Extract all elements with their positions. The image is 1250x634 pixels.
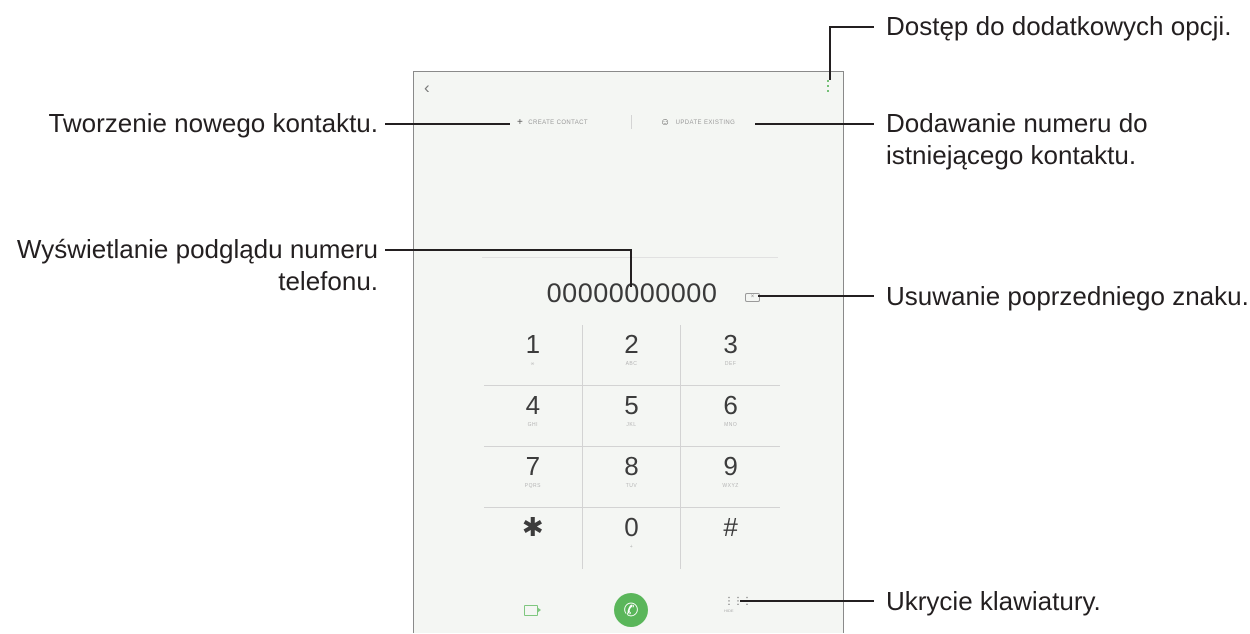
update-existing-label: UPDATE EXISTING bbox=[675, 120, 736, 126]
callout-create-contact: Tworzenie nowego kontaktu. bbox=[48, 108, 378, 138]
key-letters: PQRS bbox=[524, 483, 541, 489]
callout-add-to-existing-line2: istniejącego kontaktu. bbox=[886, 140, 1137, 170]
dialer-screen: ‹ + CREATE CONTACT ☺ UPDATE EXISTING 00000… bbox=[413, 71, 844, 633]
leader-more-vertical bbox=[829, 26, 831, 80]
leader-create-contact bbox=[385, 123, 510, 125]
callout-hide-keypad: Ukrycie klawiatury. bbox=[886, 586, 1101, 616]
key-digit: 4 bbox=[525, 390, 541, 420]
callout-number-preview-line2: telefonu. bbox=[278, 266, 378, 296]
key-digit: 9 bbox=[723, 451, 738, 481]
leader-more-horizontal bbox=[829, 26, 874, 28]
callout-number-preview-line1: Wyświetlanie podglądu numeru bbox=[16, 234, 378, 264]
key-5[interactable]: 5 JKL bbox=[582, 386, 682, 447]
person-icon: ☺ bbox=[660, 117, 671, 128]
action-divider bbox=[631, 115, 632, 129]
callout-more-options: Dostęp do dodatkowych opcji. bbox=[886, 11, 1232, 41]
key-letters: GHI bbox=[527, 422, 539, 428]
key-digit: 1 bbox=[525, 329, 541, 359]
key-7[interactable]: 7 PQRS bbox=[484, 447, 583, 508]
leader-hide-keypad bbox=[740, 600, 874, 602]
key-digit: # bbox=[723, 512, 738, 542]
leader-preview-horizontal bbox=[385, 249, 632, 251]
callout-add-to-existing-line1: Dodawanie numeru do bbox=[886, 108, 1148, 138]
callout-add-to-existing: Dodawanie numeru do istniejącego kontakt… bbox=[886, 107, 1148, 171]
key-hash[interactable]: # bbox=[681, 508, 780, 569]
callout-number-preview: Wyświetlanie podglądu numeru telefonu. bbox=[17, 233, 378, 297]
back-arrow-icon[interactable]: ‹ bbox=[424, 78, 430, 98]
key-letters: + bbox=[629, 544, 634, 550]
update-existing-button[interactable]: ☺ UPDATE EXISTING bbox=[660, 117, 735, 128]
create-contact-button[interactable]: + CREATE CONTACT bbox=[517, 117, 588, 128]
key-8[interactable]: 8 TUV bbox=[582, 447, 682, 508]
phone-icon: ✆ bbox=[623, 600, 639, 620]
phone-number-display: 00000000000 bbox=[546, 278, 718, 308]
leader-backspace bbox=[758, 295, 874, 297]
dialer-bottom-bar: ✆ ⋮⋮⋮ HIDE bbox=[484, 588, 780, 634]
key-4[interactable]: 4 GHI bbox=[484, 386, 583, 447]
key-9[interactable]: 9 WXYZ bbox=[681, 447, 780, 508]
key-0[interactable]: 0 + bbox=[583, 508, 682, 569]
key-digit: 3 bbox=[723, 329, 738, 359]
video-call-icon[interactable] bbox=[524, 605, 541, 616]
key-digit: 6 bbox=[723, 390, 738, 420]
key-letters: DEF bbox=[724, 361, 737, 367]
callout-delete-char: Usuwanie poprzedniego znaku. bbox=[886, 281, 1249, 311]
key-1[interactable]: 1 ∞ bbox=[484, 325, 583, 386]
key-letters: ABC bbox=[625, 361, 638, 367]
call-button[interactable]: ✆ bbox=[614, 593, 648, 627]
key-digit: 8 bbox=[624, 451, 639, 481]
key-letters: JKL bbox=[626, 422, 637, 428]
key-3[interactable]: 3 DEF bbox=[681, 325, 780, 386]
key-digit: 5 bbox=[624, 390, 639, 420]
key-digit: 2 bbox=[624, 329, 639, 359]
leader-update-existing bbox=[755, 123, 874, 125]
leader-preview-vertical bbox=[630, 249, 632, 287]
key-digit: 7 bbox=[525, 451, 541, 481]
more-options-icon[interactable] bbox=[826, 80, 830, 96]
create-contact-label: CREATE CONTACT bbox=[528, 120, 588, 126]
voicemail-icon: ∞ bbox=[530, 361, 535, 367]
key-letters: TUV bbox=[625, 483, 638, 489]
key-6[interactable]: 6 MNO bbox=[681, 386, 780, 447]
hide-label: HIDE bbox=[724, 608, 734, 613]
key-digit: ✱ bbox=[521, 512, 544, 542]
keypad: 1 ∞ 2 ABC 3 DEF 4 GHI 5 JKL 6 MNO 7 PQRS 8 TUV 9… bbox=[484, 325, 780, 569]
plus-icon: + bbox=[517, 117, 524, 128]
key-digit: 0 bbox=[624, 512, 639, 542]
key-2[interactable]: 2 ABC bbox=[582, 325, 682, 386]
key-letters: WXYZ bbox=[722, 483, 739, 489]
key-letters: MNO bbox=[724, 422, 738, 428]
key-star[interactable]: ✱ bbox=[484, 508, 583, 569]
